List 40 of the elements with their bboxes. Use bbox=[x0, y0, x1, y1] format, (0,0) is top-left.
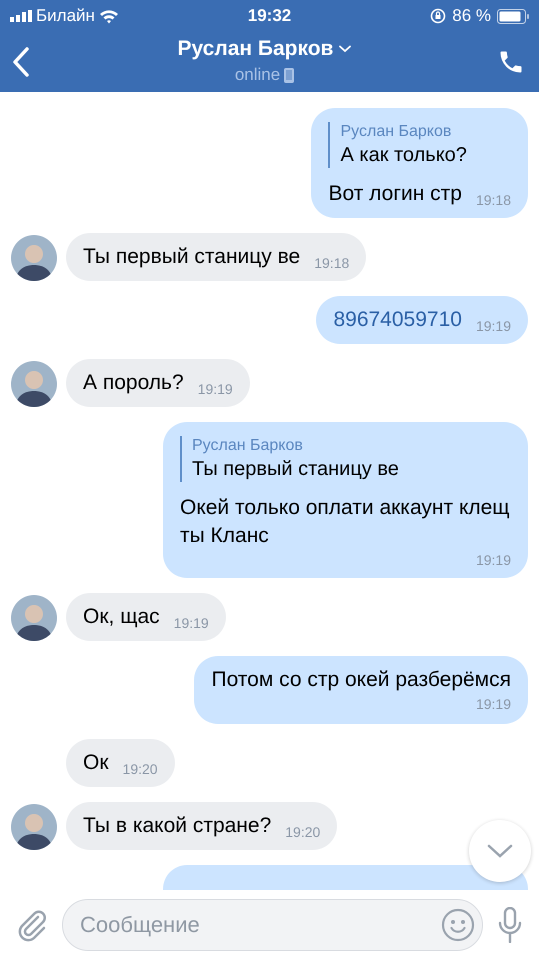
message-time: 19:20 bbox=[285, 823, 320, 842]
message-text: Ок bbox=[83, 750, 109, 776]
message-time: 19:19 bbox=[174, 614, 209, 633]
avatar[interactable] bbox=[11, 595, 57, 641]
message-time: 19:18 bbox=[476, 191, 511, 210]
avatar[interactable] bbox=[11, 235, 57, 281]
avatar[interactable] bbox=[11, 361, 57, 407]
chat-title[interactable]: Руслан Барков bbox=[178, 36, 334, 62]
phone-device-icon bbox=[284, 68, 294, 82]
reply-author: Руслан Барков bbox=[340, 122, 452, 142]
message-text: Потом со стр окей разберёмся bbox=[211, 667, 511, 693]
reply-text: Ты первый станицу ве bbox=[192, 457, 400, 482]
message-text: Ты первый станицу ве bbox=[83, 244, 300, 270]
rotation-lock-icon bbox=[430, 8, 446, 24]
attach-icon[interactable] bbox=[16, 908, 48, 942]
carrier-name: Билайн bbox=[36, 5, 95, 28]
message-time: 19:19 bbox=[198, 380, 233, 399]
message-text: Ок, щас bbox=[83, 604, 160, 630]
avatar[interactable] bbox=[11, 804, 57, 850]
chevron-down-icon[interactable] bbox=[487, 844, 513, 858]
microphone-icon[interactable] bbox=[497, 907, 523, 943]
wifi-icon bbox=[98, 8, 119, 24]
message-text: Ты в какой стране? bbox=[83, 813, 272, 839]
status-time: 19:32 bbox=[248, 6, 292, 26]
battery-percent: 86 % bbox=[452, 5, 491, 28]
signal-icon bbox=[10, 10, 32, 22]
message-text: Вот логин стр bbox=[328, 181, 462, 207]
message-time: 19:18 bbox=[314, 254, 350, 273]
message-time: 19:19 bbox=[476, 695, 511, 714]
message-input[interactable]: Сообщение bbox=[62, 899, 483, 951]
message-time: 19:19 bbox=[476, 317, 511, 336]
online-status: online bbox=[234, 64, 280, 86]
message-time: 19:19 bbox=[476, 551, 511, 570]
message-text: А пороль? bbox=[83, 370, 184, 396]
message-text: Окей только оплати аккаунт клещ ты Кланс bbox=[180, 495, 511, 549]
reply-text: А как только? bbox=[340, 143, 468, 168]
message-time: 19:20 bbox=[122, 760, 158, 779]
battery-icon bbox=[497, 8, 529, 24]
message-text: 89674059710 bbox=[333, 307, 462, 333]
reply-author: Руслан Барков bbox=[192, 436, 304, 456]
